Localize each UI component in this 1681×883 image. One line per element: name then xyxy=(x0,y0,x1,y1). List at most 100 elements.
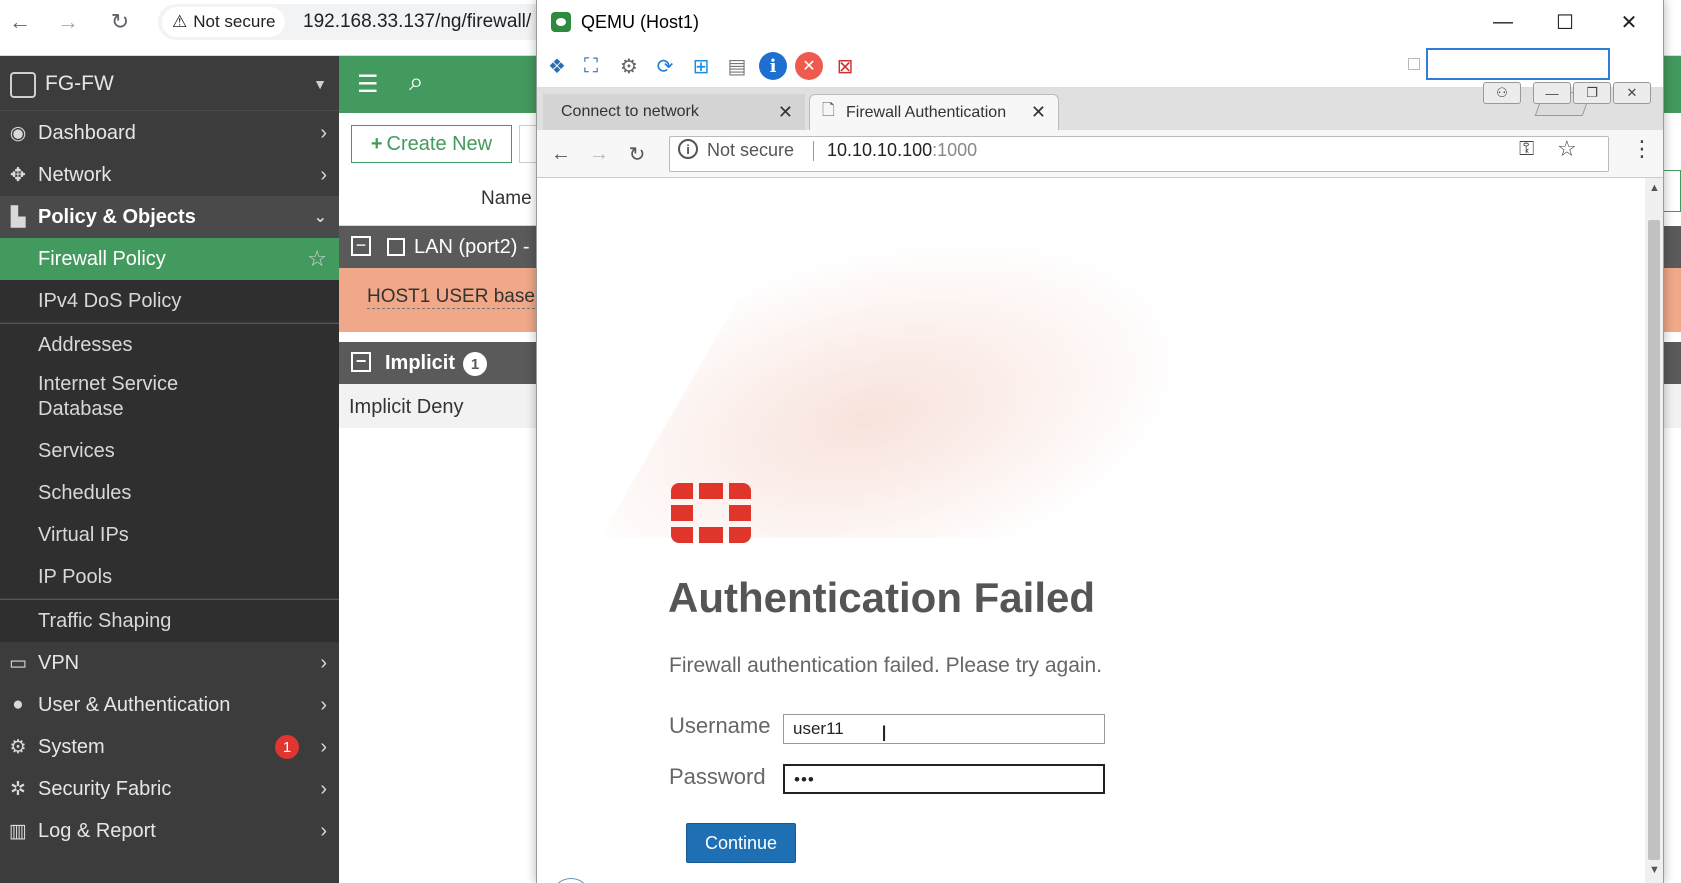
scroll-down-icon[interactable]: ▼ xyxy=(1649,864,1660,876)
sidebar-item-internet-service-database[interactable]: Internet Service Database xyxy=(0,366,339,430)
network-icon[interactable]: ❖ xyxy=(543,52,571,80)
scroll-up-icon[interactable]: ▲ xyxy=(1649,182,1660,194)
guest-restore-icon[interactable]: ❐ xyxy=(1573,82,1611,104)
create-new-button[interactable]: + Create New xyxy=(351,125,512,163)
policy-group-implicit[interactable]: − Implicit 1 xyxy=(339,342,539,384)
host-not-secure-label: Not secure xyxy=(193,12,276,31)
sidebar-item-label: Traffic Shaping xyxy=(38,609,172,632)
page-title: Authentication Failed xyxy=(668,574,1096,621)
scrollbar-thumb[interactable] xyxy=(1648,220,1660,860)
main-top-bar: ☰ ⌕ xyxy=(339,56,539,113)
host-back-icon[interactable]: ← xyxy=(6,8,34,36)
windows-icon[interactable]: ⊞ xyxy=(687,52,715,80)
sidebar-item-user-authentication[interactable]: ● User & Authentication › xyxy=(0,684,339,726)
scrollbar[interactable]: ▲ ▼ xyxy=(1645,178,1663,883)
checkbox[interactable] xyxy=(1408,58,1420,70)
chevron-right-icon: › xyxy=(320,693,327,716)
stop-icon[interactable]: ✕ xyxy=(795,52,823,80)
profile-icon[interactable]: ⚇ xyxy=(1483,82,1521,104)
table-row[interactable]: Implicit Deny xyxy=(339,384,539,428)
sidebar-item-dashboard[interactable]: ◉ Dashboard › xyxy=(0,112,339,154)
sidebar-item-schedules[interactable]: Schedules xyxy=(0,472,339,514)
username-field[interactable]: user11 xyxy=(783,714,1105,744)
url-port: :1000 xyxy=(932,140,978,160)
sidebar-item-log-report[interactable]: ▥ Log & Report › xyxy=(0,810,339,852)
policy-name: Implicit Deny xyxy=(349,396,464,418)
tab-connect-to-network[interactable]: Connect to network ✕ xyxy=(543,94,805,130)
close-icon[interactable]: ✕ xyxy=(1599,4,1659,40)
close-tab-icon[interactable]: ✕ xyxy=(778,102,793,123)
tab-firewall-authentication[interactable]: 🗋 Firewall Authentication ✕ xyxy=(809,94,1059,130)
sidebar-item-addresses[interactable]: Addresses xyxy=(0,324,339,366)
sidebar-item-label: IP Pools xyxy=(38,565,113,588)
count-badge: 1 xyxy=(463,352,487,376)
warning-icon: ⚠ xyxy=(172,12,188,31)
sidebar-item-firewall-policy[interactable]: Firewall Policy ☆ xyxy=(0,238,339,280)
qemu-titlebar[interactable]: QEMU (Host1) — ☐ ✕ xyxy=(537,0,1663,44)
chevron-right-icon: › xyxy=(320,121,327,144)
column-header-name[interactable]: Name xyxy=(481,188,532,210)
chevron-right-icon: › xyxy=(320,163,327,186)
chevron-right-icon: › xyxy=(320,819,327,842)
back-icon[interactable]: ← xyxy=(547,140,575,168)
power-off-icon[interactable]: ⊠ xyxy=(831,52,859,80)
text-cursor-icon: I xyxy=(881,721,888,746)
host-forward-icon[interactable]: → xyxy=(54,8,82,36)
partial-circle-graphic xyxy=(551,878,591,883)
search-icon[interactable]: ⌕ xyxy=(409,66,424,98)
table-row[interactable]: HOST1 USER base xyxy=(339,268,539,332)
guest-address-bar[interactable] xyxy=(669,136,1609,172)
collapse-icon[interactable]: − xyxy=(351,352,371,372)
caret-down-icon: ▼ xyxy=(313,76,327,92)
info-icon[interactable]: i xyxy=(678,139,698,159)
fortigate-sidebar: FG-FW ▼ ◉ Dashboard › ✥ Network › ▙ Poli… xyxy=(0,56,339,883)
sidebar-item-label: Firewall Policy xyxy=(38,247,166,270)
host-security-chip[interactable]: ⚠ Not secure xyxy=(162,7,286,37)
reload-icon[interactable]: ↻ xyxy=(623,140,651,168)
sidebar-item-vpn[interactable]: ▭ VPN › xyxy=(0,642,339,684)
more-options-icon[interactable]: ⋮ xyxy=(1631,136,1653,162)
bookmark-star-icon[interactable]: ☆ xyxy=(1557,136,1577,162)
sidebar-item-label: Services xyxy=(38,439,115,462)
chevron-right-icon: › xyxy=(320,777,327,800)
sidebar-item-traffic-shaping[interactable]: Traffic Shaping xyxy=(0,600,339,642)
username-label: Username xyxy=(669,713,771,738)
key-icon[interactable]: ⚿ xyxy=(1519,138,1534,161)
sidebar-item-services[interactable]: Services xyxy=(0,430,339,472)
chevron-down-icon: ⌄ xyxy=(313,209,327,226)
maximize-icon[interactable]: ☐ xyxy=(1535,4,1595,40)
password-field[interactable]: ••• xyxy=(783,764,1105,794)
chevron-right-icon: › xyxy=(320,651,327,674)
menu-icon[interactable]: ☰ xyxy=(357,70,379,99)
refresh-icon[interactable]: ⟳ xyxy=(651,52,679,80)
close-tab-icon[interactable]: ✕ xyxy=(1031,102,1046,123)
guest-minimize-icon[interactable]: — xyxy=(1533,82,1571,104)
clipboard-icon[interactable]: ▤ xyxy=(723,52,751,80)
device-selector[interactable]: FG-FW ▼ xyxy=(0,56,339,111)
sidebar-item-security-fabric[interactable]: ✲ Security Fabric › xyxy=(0,768,339,810)
fullscreen-icon[interactable]: ⛶ xyxy=(577,52,605,80)
device-name: FG-FW xyxy=(45,72,114,95)
create-new-label: Create New xyxy=(386,132,493,155)
tab-label: Connect to network xyxy=(561,103,699,120)
auth-page: Authentication Failed Firewall authentic… xyxy=(537,178,1645,883)
sidebar-item-virtual-ips[interactable]: Virtual IPs xyxy=(0,514,339,556)
continue-button[interactable]: Continue xyxy=(686,823,796,863)
guest-close-icon[interactable]: ✕ xyxy=(1613,82,1651,104)
sidebar-item-policy-objects[interactable]: ▙ Policy & Objects ⌄ xyxy=(0,196,339,238)
policy-name: HOST1 USER base xyxy=(367,286,535,309)
collapse-icon[interactable]: − xyxy=(351,236,371,256)
gear-icon[interactable]: ⚙ xyxy=(615,52,643,80)
qemu-toolbar-input[interactable] xyxy=(1426,48,1610,80)
minimize-icon[interactable]: — xyxy=(1473,4,1533,40)
sidebar-item-ip-pools[interactable]: IP Pools xyxy=(0,556,339,598)
info-icon[interactable]: i xyxy=(759,52,787,80)
host-reload-icon[interactable]: ↻ xyxy=(106,8,134,36)
forward-icon[interactable]: → xyxy=(585,140,613,168)
notification-badge: 1 xyxy=(275,735,299,759)
sidebar-item-system[interactable]: ⚙ System 1 › xyxy=(0,726,339,768)
sidebar-item-network[interactable]: ✥ Network › xyxy=(0,154,339,196)
policy-group-lan[interactable]: − LAN (port2) - xyxy=(339,226,539,268)
sidebar-item-ipv4-dos-policy[interactable]: IPv4 DoS Policy xyxy=(0,280,339,322)
star-icon[interactable]: ☆ xyxy=(307,246,327,272)
